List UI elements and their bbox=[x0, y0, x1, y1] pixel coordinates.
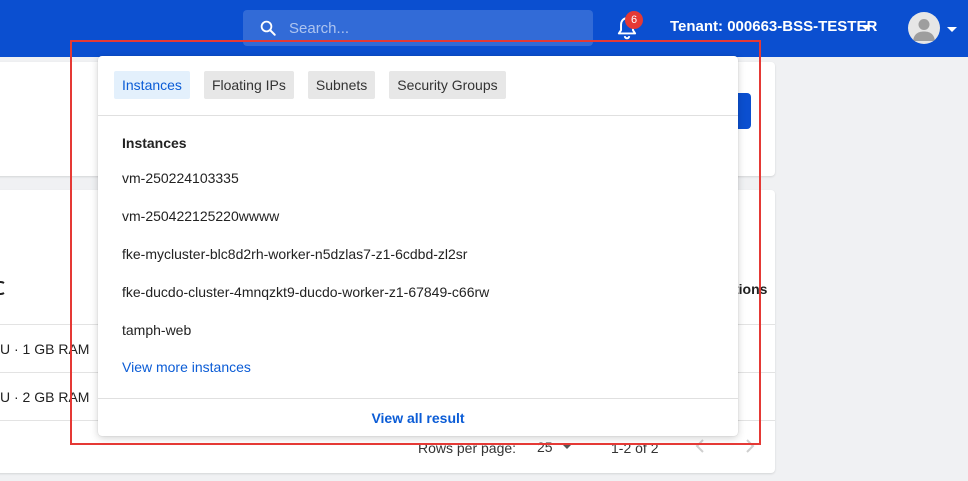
list-item[interactable]: tamph-web bbox=[122, 322, 722, 360]
top-app-bar: 6 Tenant: 000663-BSS-TESTER bbox=[0, 0, 968, 57]
divider bbox=[98, 398, 738, 399]
list-item[interactable]: vm-250422125220wwww bbox=[122, 208, 722, 246]
result-type-tabs: Instances Floating IPs Subnets Security … bbox=[114, 71, 506, 99]
tab-instances[interactable]: Instances bbox=[114, 71, 190, 99]
chevron-right-icon[interactable] bbox=[742, 438, 756, 454]
instance-results-list: vm-250224103335 vm-250422125220wwww fke-… bbox=[122, 170, 722, 360]
caret-down-icon[interactable] bbox=[947, 27, 957, 32]
search-input[interactable] bbox=[289, 10, 579, 46]
tenant-selector[interactable]: Tenant: 000663-BSS-TESTER bbox=[670, 18, 877, 35]
pagination-range: 1-2 of 2 bbox=[611, 440, 659, 456]
notification-badge: 6 bbox=[625, 11, 643, 29]
caret-down-icon[interactable] bbox=[861, 25, 871, 30]
rows-per-page-label: Rows per page: bbox=[418, 440, 517, 456]
list-item[interactable]: vm-250224103335 bbox=[122, 170, 722, 208]
tab-floating-ips[interactable]: Floating IPs bbox=[203, 71, 294, 99]
table-row-spec: U · 2 GB RAM bbox=[0, 389, 90, 405]
tab-subnets[interactable]: Subnets bbox=[307, 71, 376, 99]
divider bbox=[98, 115, 738, 116]
view-more-instances-link[interactable]: View more instances bbox=[122, 359, 251, 375]
tab-security-groups[interactable]: Security Groups bbox=[389, 71, 506, 99]
list-item[interactable]: fke-mycluster-blc8d2rh-worker-n5dzlas7-z… bbox=[122, 246, 722, 284]
caret-down-icon[interactable] bbox=[562, 444, 572, 449]
view-all-results-link[interactable]: View all result bbox=[98, 410, 738, 426]
global-search[interactable] bbox=[243, 10, 593, 46]
rows-per-page-select[interactable]: 25 bbox=[537, 439, 553, 455]
search-icon bbox=[260, 20, 276, 36]
user-avatar-icon[interactable] bbox=[908, 12, 940, 44]
section-title: Instances bbox=[122, 135, 187, 151]
chevron-left-icon[interactable] bbox=[694, 438, 708, 454]
search-results-dropdown: Instances Floating IPs Subnets Security … bbox=[98, 56, 738, 436]
table-row-spec: U · 1 GB RAM bbox=[0, 341, 90, 357]
list-item[interactable]: fke-ducdo-cluster-4mnqzkt9-ducdo-worker-… bbox=[122, 284, 722, 322]
actions-column-header: tions bbox=[734, 281, 768, 297]
column-header-fragment bbox=[0, 281, 5, 295]
